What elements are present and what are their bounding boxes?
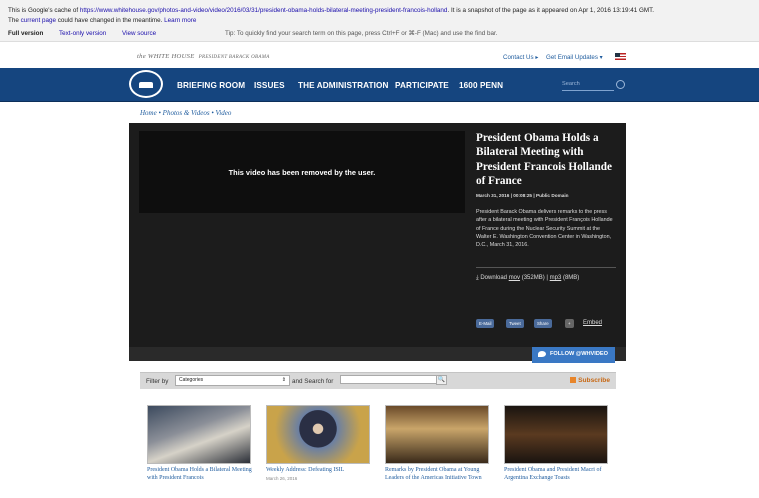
cache-line-2: The current page could have changed in t… <box>8 17 197 24</box>
thumbnail-title[interactable]: President Obama and President Macri of A… <box>504 467 616 482</box>
select-arrow-icon: ⇕ <box>281 377 286 383</box>
search-input[interactable]: Search <box>562 80 614 91</box>
video-player[interactable]: This video has been removed by the user. <box>139 131 465 213</box>
cached-url-link[interactable]: https://www.whitehouse.gov/photos-and-vi… <box>80 7 448 14</box>
nav-participate[interactable]: PARTICIPATE <box>395 81 449 90</box>
more-share-button[interactable]: + <box>565 319 574 328</box>
filter-by-label: Filter by <box>146 378 169 385</box>
top-bar: the WHITE HOUSE PRESIDENT BARACK OBAMA Co… <box>0 44 759 68</box>
contact-us-link[interactable]: Contact Us ▸ <box>503 54 538 61</box>
follow-whvideo-button[interactable]: FOLLOW @WHVIDEO <box>532 347 615 363</box>
download-mov-link[interactable]: mov <box>509 275 520 281</box>
text-only-version-link[interactable]: Text-only version <box>59 30 106 37</box>
cache-line-1: This is Google's cache of https://www.wh… <box>8 7 654 14</box>
filter-bar: Filter by Categories ⇕ and Search for 🔍 S… <box>140 372 616 389</box>
video-thumbnail[interactable] <box>385 405 489 464</box>
subscribe-link[interactable]: Subscribe <box>570 377 610 384</box>
category-select[interactable]: Categories ⇕ <box>175 375 290 386</box>
filter-search-input[interactable] <box>340 375 438 384</box>
us-flag-icon[interactable] <box>615 53 626 60</box>
learn-more-link[interactable]: Learn more <box>164 17 196 24</box>
breadcrumb[interactable]: Home • Photos & Videos • Video <box>140 109 231 117</box>
video-meta: March 31, 2016 | 00:08:25 | Public Domai… <box>476 193 569 198</box>
current-page-link[interactable]: current page <box>21 17 56 24</box>
find-tip: Tip: To quickly find your search term on… <box>225 30 498 37</box>
category-value: Categories <box>179 377 204 383</box>
nav-issues[interactable]: ISSUES <box>254 81 285 90</box>
thumbnail-title[interactable]: Weekly Address: Defeating ISIL <box>266 467 378 475</box>
whitehouse-brand[interactable]: the WHITE HOUSE PRESIDENT BARACK OBAMA <box>137 53 270 60</box>
video-removed-message: This video has been removed by the user. <box>228 168 376 177</box>
email-updates-link[interactable]: Get Email Updates ▾ <box>546 54 603 61</box>
video-thumbnail[interactable] <box>266 405 370 464</box>
whitehouse-seal-icon[interactable] <box>129 70 163 98</box>
email-share-button[interactable]: E-Mail <box>476 319 495 328</box>
video-thumbnail[interactable] <box>504 405 608 464</box>
video-thumbnail[interactable] <box>147 405 251 464</box>
view-source-link[interactable]: View source <box>122 30 156 37</box>
thumbnail-title[interactable]: Remarks by President Obama at Young Lead… <box>385 467 497 482</box>
filter-search-button[interactable]: 🔍 <box>436 375 447 385</box>
download-row: ⤓ Download mov (352MB) | mp3 (8MB) <box>476 275 580 281</box>
nav-briefing-room[interactable]: BRIEFING ROOM <box>177 81 245 90</box>
video-title: President Obama Holds a Bilateral Meetin… <box>476 132 612 188</box>
nav-1600-penn[interactable]: 1600 PENN <box>459 81 503 90</box>
embed-link[interactable]: Embed <box>583 320 602 326</box>
video-description: President Barack Obama delivers remarks … <box>476 209 613 249</box>
thumbnail-date: March 26, 2016 <box>266 476 298 481</box>
tweet-button[interactable]: Tweet <box>506 319 524 328</box>
full-version-link[interactable]: Full version <box>8 30 43 37</box>
video-panel: This video has been removed by the user.… <box>129 123 626 347</box>
nav-administration[interactable]: THE ADMINISTRATION <box>298 81 389 90</box>
facebook-share-button[interactable]: Share <box>534 319 552 328</box>
divider <box>476 267 616 268</box>
thumbnail-title[interactable]: President Obama Holds a Bilateral Meetin… <box>147 467 259 482</box>
search-icon[interactable] <box>616 80 625 89</box>
download-mp3-link[interactable]: mp3 <box>550 275 562 281</box>
search-for-label: and Search for <box>292 378 334 385</box>
main-nav: BRIEFING ROOM ISSUES THE ADMINISTRATION … <box>0 68 759 102</box>
